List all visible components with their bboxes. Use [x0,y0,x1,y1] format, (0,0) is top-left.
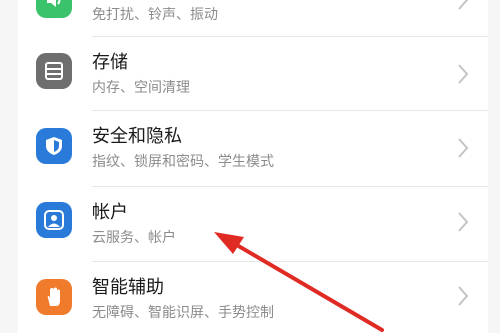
settings-item-security[interactable]: 安全和隐私 指纹、锁屏和密码、学生模式 [18,110,488,186]
settings-item-subtitle: 云服务、帐户 [92,230,176,246]
settings-item-storage[interactable]: 存储 内存、空间清理 [18,36,488,112]
settings-item-subtitle: 无障碍、智能识屏、手势控制 [92,305,274,321]
settings-list: 免打扰、铃声、振动 存储 内存、空间清理 安全和隐私 指纹、锁屏和密码、学生模式… [18,0,488,333]
settings-item-title: 智能辅助 [92,277,164,298]
chevron-right-icon [458,212,469,232]
shield-icon [36,128,72,164]
settings-item-account[interactable]: 帐户 云服务、帐户 [18,186,488,262]
chevron-right-icon [458,138,469,158]
settings-item-sound[interactable]: 免打扰、铃声、振动 [18,0,488,38]
sound-icon [36,0,72,18]
chevron-right-icon [458,64,469,84]
settings-item-subtitle: 指纹、锁屏和密码、学生模式 [92,154,274,170]
chevron-right-icon [458,0,469,10]
storage-icon [36,53,72,89]
chevron-right-icon [458,286,469,306]
settings-item-subtitle: 免打扰、铃声、振动 [92,7,218,23]
settings-screen: 免打扰、铃声、振动 存储 内存、空间清理 安全和隐私 指纹、锁屏和密码、学生模式… [0,0,500,333]
account-icon [36,202,72,238]
settings-item-title: 帐户 [92,202,128,223]
settings-item-title: 存储 [92,52,128,73]
hand-icon [36,279,72,315]
settings-item-title: 安全和隐私 [92,126,182,147]
settings-item-subtitle: 内存、空间清理 [92,80,190,96]
settings-item-smart-assist[interactable]: 智能辅助 无障碍、智能识屏、手势控制 [18,261,488,333]
